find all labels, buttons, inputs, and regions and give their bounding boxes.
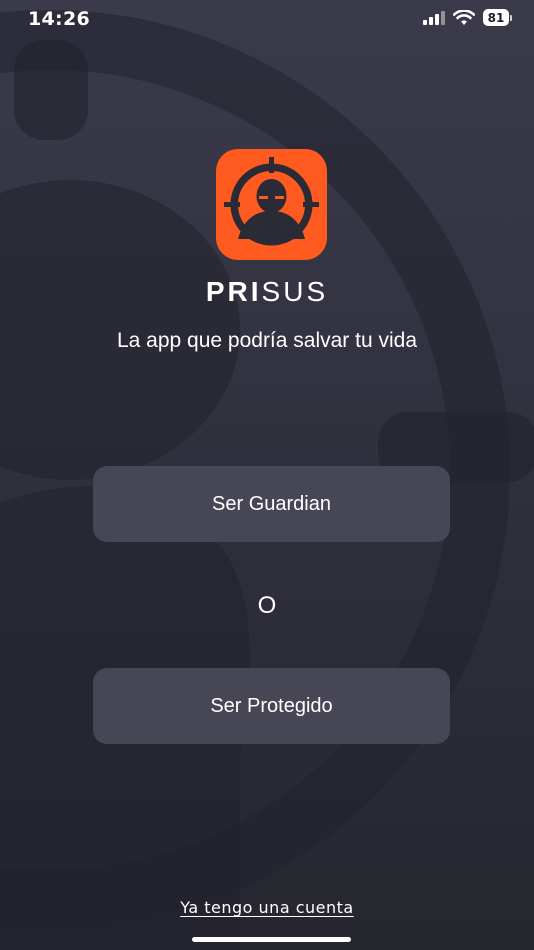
home-indicator (192, 937, 351, 942)
existing-account-link[interactable]: Ya tengo una cuenta (0, 898, 534, 917)
status-icons: 81 (423, 9, 512, 26)
app-name: PRISUS (0, 276, 534, 308)
cellular-signal-icon (423, 10, 445, 25)
ser-guardian-button[interactable]: Ser Guardian (93, 466, 450, 542)
tagline: La app que podría salvar tu vida (116, 329, 418, 352)
or-separator: O (257, 592, 277, 619)
masked-person-target-icon (224, 157, 319, 246)
app-name-light: SUS (261, 276, 329, 307)
ser-protegido-button[interactable]: Ser Protegido (93, 668, 450, 744)
battery-icon: 81 (483, 9, 512, 26)
wifi-icon (453, 9, 475, 25)
app-name-bold: PRI (205, 276, 262, 307)
app-logo (216, 149, 327, 260)
battery-level: 81 (483, 9, 509, 26)
status-time: 14:26 (28, 8, 90, 30)
